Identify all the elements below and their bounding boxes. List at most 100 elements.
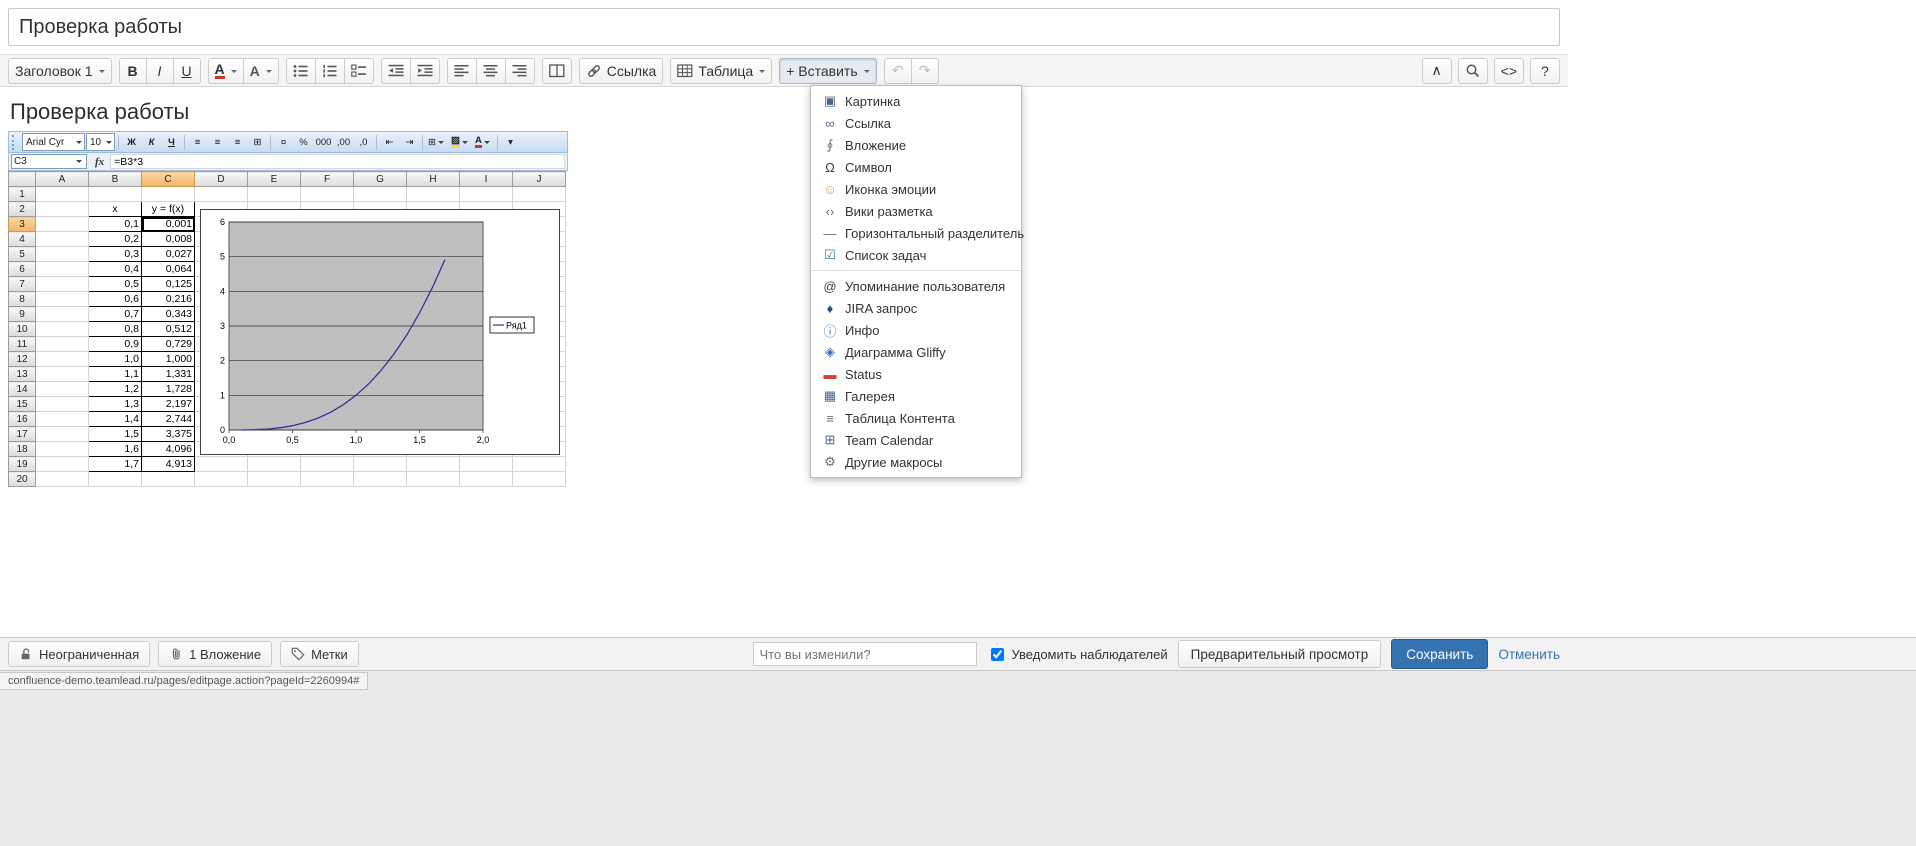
cell-D19[interactable] (195, 457, 248, 472)
cell-C19[interactable]: 4,913 (142, 457, 195, 472)
cell-C3[interactable]: 0,001 (142, 217, 195, 232)
cell-B12[interactable]: 1,0 (89, 352, 142, 367)
cancel-link[interactable]: Отменить (1498, 647, 1560, 662)
row-header-19[interactable]: 19 (9, 457, 36, 472)
column-header-I[interactable]: I (460, 172, 513, 187)
insert-menu-item-image[interactable]: ▣Картинка (811, 90, 1021, 112)
collapse-toolbar-button[interactable]: ∧ (1422, 58, 1452, 84)
insert-menu-item-task-list[interactable]: ☑Список задач (811, 244, 1021, 266)
cell-B8[interactable]: 0,6 (89, 292, 142, 307)
align-left-button[interactable] (447, 58, 477, 84)
cell-C14[interactable]: 1,728 (142, 382, 195, 397)
cell-G19[interactable] (354, 457, 407, 472)
insert-menu-item-info[interactable]: ⓘИнфо (811, 319, 1021, 341)
cell-B4[interactable]: 0,2 (89, 232, 142, 247)
align-right-button[interactable] (505, 58, 535, 84)
cell-B18[interactable]: 1,6 (89, 442, 142, 457)
numbered-list-button[interactable] (315, 58, 345, 84)
excel-name-box[interactable]: C3 (11, 154, 87, 169)
cell-A13[interactable] (36, 367, 89, 382)
insert-menu-item-wiki-markup[interactable]: ‹›Вики разметка (811, 200, 1021, 222)
cell-A6[interactable] (36, 262, 89, 277)
column-header-A[interactable]: A (36, 172, 89, 187)
cell-A16[interactable] (36, 412, 89, 427)
excel-toolbar-options-button[interactable]: ▾ (501, 133, 520, 152)
row-header-3[interactable]: 3 (9, 217, 36, 232)
row-header-5[interactable]: 5 (9, 247, 36, 262)
row-header-12[interactable]: 12 (9, 352, 36, 367)
insert-menu-item-team-calendar[interactable]: ⊞Team Calendar (811, 429, 1021, 451)
excel-thousands-button[interactable]: 000 (314, 133, 333, 152)
cell-B15[interactable]: 1,3 (89, 397, 142, 412)
cell-A11[interactable] (36, 337, 89, 352)
change-comment-input[interactable] (753, 642, 977, 666)
cell-C12[interactable]: 1,000 (142, 352, 195, 367)
cell-B7[interactable]: 0,5 (89, 277, 142, 292)
cell-A4[interactable] (36, 232, 89, 247)
row-header-8[interactable]: 8 (9, 292, 36, 307)
row-header-2[interactable]: 2 (9, 202, 36, 217)
cell-F1[interactable] (301, 187, 354, 202)
cell-C17[interactable]: 3,375 (142, 427, 195, 442)
select-all-corner[interactable] (9, 172, 36, 187)
cell-E19[interactable] (248, 457, 301, 472)
embedded-spreadsheet[interactable]: Arial Cyr10ЖКЧ≡≡≡⊞¤%000,00,0⇤⇥⊞▨А▾ C3 fx… (8, 131, 568, 487)
cell-B14[interactable]: 1,2 (89, 382, 142, 397)
cell-F20[interactable] (301, 472, 354, 487)
cell-G1[interactable] (354, 187, 407, 202)
row-header-9[interactable]: 9 (9, 307, 36, 322)
notify-watchers-checkbox[interactable] (991, 648, 1004, 661)
cell-A1[interactable] (36, 187, 89, 202)
insert-menu-item-user-mention[interactable]: @Упоминание пользователя (811, 275, 1021, 297)
excel-font-color-dropdown[interactable]: А (473, 133, 494, 152)
excel-currency-style-button[interactable]: ¤ (274, 133, 293, 152)
cell-A7[interactable] (36, 277, 89, 292)
excel-decrease-decimal-button[interactable]: ,0 (354, 133, 373, 152)
cell-I1[interactable] (460, 187, 513, 202)
cell-B20[interactable] (89, 472, 142, 487)
cell-B2[interactable]: x (89, 202, 142, 217)
cell-B1[interactable] (89, 187, 142, 202)
excel-font-name-combo[interactable]: Arial Cyr (22, 133, 85, 151)
column-header-D[interactable]: D (195, 172, 248, 187)
cell-C8[interactable]: 0,216 (142, 292, 195, 307)
cell-C20[interactable] (142, 472, 195, 487)
help-button[interactable]: ? (1530, 58, 1560, 84)
insert-menu-item-attachment[interactable]: ∮Вложение (811, 134, 1021, 156)
excel-increase-decimal-button[interactable]: ,00 (334, 133, 353, 152)
excel-font-size-combo[interactable]: 10 (86, 133, 115, 151)
cell-B16[interactable]: 1,4 (89, 412, 142, 427)
bullet-list-button[interactable] (286, 58, 316, 84)
excel-formula-input[interactable]: =B3*3 (110, 154, 565, 169)
cell-A8[interactable] (36, 292, 89, 307)
underline-button[interactable]: U (173, 58, 201, 84)
paragraph-style-dropdown[interactable]: Заголовок 1 (8, 58, 112, 84)
cell-B17[interactable]: 1,5 (89, 427, 142, 442)
cell-H19[interactable] (407, 457, 460, 472)
cell-A5[interactable] (36, 247, 89, 262)
column-header-F[interactable]: F (301, 172, 354, 187)
cell-A17[interactable] (36, 427, 89, 442)
cell-H1[interactable] (407, 187, 460, 202)
cell-A18[interactable] (36, 442, 89, 457)
cell-A10[interactable] (36, 322, 89, 337)
excel-borders-dropdown[interactable]: ⊞ (426, 133, 448, 152)
row-header-6[interactable]: 6 (9, 262, 36, 277)
insert-menu-item-toc[interactable]: ≡Таблица Контента (811, 407, 1021, 429)
insert-menu-item-emoticon[interactable]: ☺Иконка эмоции (811, 178, 1021, 200)
cell-J19[interactable] (513, 457, 566, 472)
cell-B9[interactable]: 0,7 (89, 307, 142, 322)
cell-C18[interactable]: 4,096 (142, 442, 195, 457)
row-header-17[interactable]: 17 (9, 427, 36, 442)
search-button[interactable] (1458, 58, 1488, 84)
cell-C1[interactable] (142, 187, 195, 202)
column-header-J[interactable]: J (513, 172, 566, 187)
cell-A19[interactable] (36, 457, 89, 472)
cell-B11[interactable]: 0,9 (89, 337, 142, 352)
preview-button[interactable]: Предварительный просмотр (1178, 640, 1382, 668)
row-header-7[interactable]: 7 (9, 277, 36, 292)
cell-E20[interactable] (248, 472, 301, 487)
insert-menu-item-link[interactable]: ∞Ссылка (811, 112, 1021, 134)
cell-A14[interactable] (36, 382, 89, 397)
excel-italic-button[interactable]: К (142, 133, 161, 152)
